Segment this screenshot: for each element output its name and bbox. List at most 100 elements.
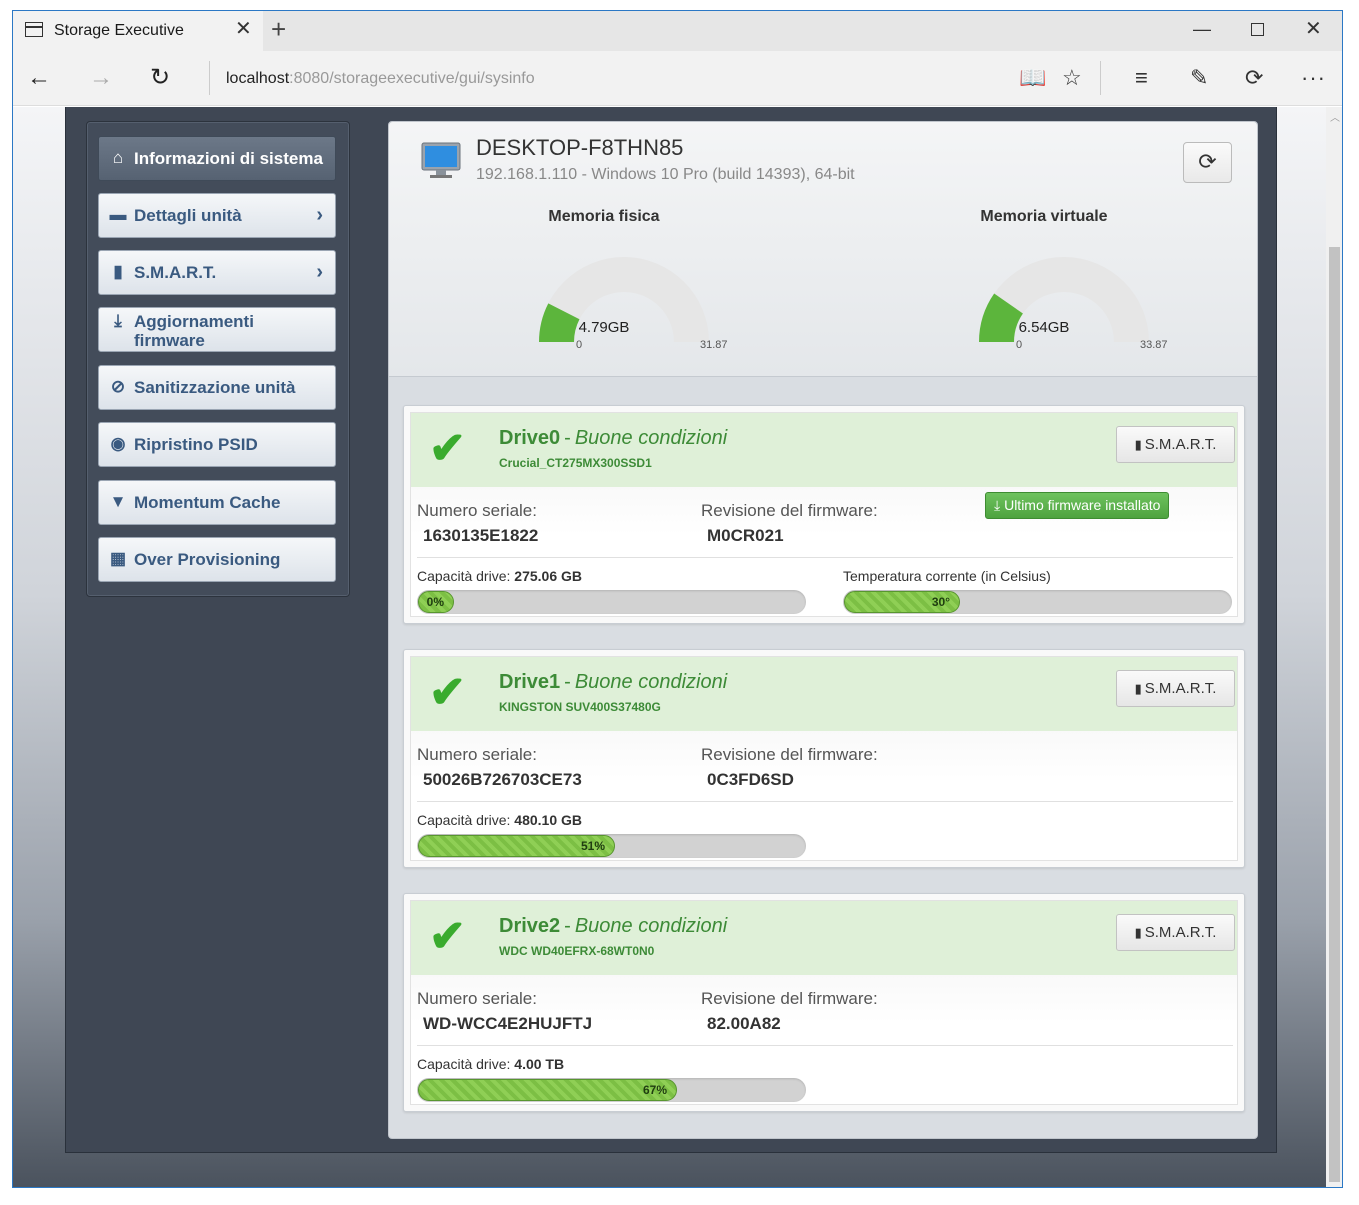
url-field[interactable]: localhost:8080/storageexecutive/gui/sysi… bbox=[226, 70, 535, 88]
tab-bar: Storage Executive ✕ + — ✕ bbox=[13, 11, 1342, 51]
firmware-latest-label: Ultimo firmware installato bbox=[1004, 497, 1161, 513]
drive-icon: ▬ bbox=[109, 205, 127, 224]
firmware-label: Revisione del firmware: bbox=[701, 745, 878, 764]
capacity-label-text: Capacità drive: bbox=[417, 812, 511, 828]
sidebar-item-psid-revert[interactable]: ◉ Ripristino PSID bbox=[98, 422, 336, 467]
check-icon: ✔ bbox=[429, 424, 466, 473]
refresh-button[interactable]: ⟳ bbox=[1183, 142, 1232, 183]
back-icon[interactable]: ← bbox=[27, 65, 51, 91]
sidebar-item-label: Sanitizzazione unità bbox=[134, 378, 296, 397]
sidebar-item-firmware-updates[interactable]: ⤓ Aggiornamenti firmware bbox=[98, 307, 336, 352]
url-path: :8080/storageexecutive/gui/sysinfo bbox=[289, 70, 535, 87]
sidebar-item-label: S.M.A.R.T. bbox=[134, 263, 217, 282]
drive-title: Drive1- Buone condizioni bbox=[499, 671, 727, 694]
drive-header: ✔ Drive2- Buone condizioni WDC WD40EFRX-6… bbox=[411, 901, 1237, 975]
smart-button[interactable]: ▮ S.M.A.R.T. bbox=[1116, 426, 1235, 463]
capacity-progress-fill: 51% bbox=[418, 835, 615, 857]
capacity-value: 480.10 GB bbox=[514, 812, 582, 828]
status-separator: - bbox=[564, 915, 571, 937]
favorite-star-icon[interactable]: ☆ bbox=[1062, 65, 1082, 91]
smart-button-label: S.M.A.R.T. bbox=[1144, 924, 1217, 941]
sidebar-item-label: Over Provisioning bbox=[134, 550, 281, 569]
url-host: localhost bbox=[226, 70, 290, 87]
gauge-virtual-memory: Memoria virtuale 6.54GB 0 33.87 bbox=[924, 208, 1168, 358]
status-separator: - bbox=[564, 427, 571, 449]
sidebar-item-momentum-cache[interactable]: ▼ Momentum Cache bbox=[98, 480, 336, 525]
capacity-label: Capacità drive: 480.10 GB bbox=[417, 812, 582, 828]
sidebar-item-over-provisioning[interactable]: ▦ Over Provisioning bbox=[98, 537, 336, 582]
ban-icon: ⊘ bbox=[110, 377, 126, 396]
capacity-progress-bar: 67% bbox=[417, 1078, 806, 1102]
sidebar-item-label: Momentum Cache bbox=[134, 493, 281, 512]
drive-name: Drive2 bbox=[499, 915, 561, 937]
capacity-label: Capacità drive: 275.06 GB bbox=[417, 568, 582, 584]
capacity-label-text: Capacità drive: bbox=[417, 568, 511, 584]
capacity-progress-fill: 67% bbox=[418, 1079, 677, 1101]
smart-button[interactable]: ▮ S.M.A.R.T. bbox=[1116, 914, 1235, 951]
drive-card-0: ✔ Drive0- Buone condizioni Crucial_CT275M… bbox=[403, 405, 1245, 624]
capacity-progress-bar: 0% bbox=[417, 590, 806, 614]
page-scrollbar[interactable]: ︿ bbox=[1326, 107, 1342, 1187]
chevron-right-icon: › bbox=[316, 204, 323, 226]
drive-title: Drive0- Buone condizioni bbox=[499, 427, 727, 450]
scroll-up-icon[interactable]: ︿ bbox=[1330, 109, 1340, 124]
capacity-progress-bar: 51% bbox=[417, 834, 806, 858]
capacity-progress-fill: 0% bbox=[418, 591, 454, 613]
browser-tab[interactable]: Storage Executive ✕ bbox=[13, 11, 263, 51]
sidebar-item-system-info[interactable]: ⌂ Informazioni di sistema bbox=[98, 136, 336, 181]
hub-icon[interactable]: ≡ bbox=[1135, 65, 1148, 91]
toolbar-separator bbox=[1100, 61, 1101, 95]
new-tab-icon[interactable]: + bbox=[271, 16, 286, 42]
sidebar: ⌂ Informazioni di sistema ▬ Dettagli uni… bbox=[86, 121, 350, 597]
window-close-icon[interactable]: ✕ bbox=[1305, 19, 1322, 39]
capacity-label: Capacità drive: 4.00 TB bbox=[417, 1056, 564, 1072]
maximize-icon[interactable] bbox=[1251, 23, 1264, 36]
sidebar-item-label: Informazioni di sistema bbox=[134, 149, 323, 168]
serial-value: 1630135E1822 bbox=[423, 526, 539, 545]
share-icon[interactable]: ⟳ bbox=[1245, 65, 1263, 91]
gauge-physical-memory: Memoria fisica 4.79GB 0 31.87 bbox=[484, 208, 728, 358]
browser-window: Storage Executive ✕ + — ✕ ← → ↻ localhos… bbox=[12, 10, 1343, 1188]
firmware-latest-button[interactable]: ⤓ Ultimo firmware installato bbox=[985, 492, 1170, 519]
refresh-icon: ⟳ bbox=[1198, 149, 1217, 174]
status-separator: - bbox=[564, 671, 571, 693]
sidebar-item-smart[interactable]: ▮ S.M.A.R.T. › bbox=[98, 250, 336, 295]
gauge-value: 4.79GB bbox=[578, 319, 630, 336]
drive-card-body: ✔ Drive2- Buone condizioni WDC WD40EFRX-6… bbox=[410, 900, 1238, 1105]
drive-name: Drive0 bbox=[499, 427, 561, 449]
smart-button-label: S.M.A.R.T. bbox=[1144, 436, 1217, 453]
computer-icon bbox=[421, 142, 461, 178]
temperature-progress-fill: 30° bbox=[844, 591, 960, 613]
gauge-max: 31.87 bbox=[700, 339, 728, 351]
address-separator bbox=[209, 61, 210, 95]
firmware-label: Revisione del firmware: bbox=[701, 989, 878, 1008]
tab-close-icon[interactable]: ✕ bbox=[235, 19, 252, 39]
bar-chart-icon: ▮ bbox=[1134, 681, 1142, 696]
bar-chart-icon: ▮ bbox=[1134, 925, 1142, 940]
gauge-title: Memoria fisica bbox=[548, 208, 660, 225]
host-info: 192.168.1.110 - Windows 10 Pro (build 14… bbox=[476, 166, 855, 183]
web-note-icon[interactable]: ✎ bbox=[1190, 65, 1208, 91]
forward-icon[interactable]: → bbox=[89, 65, 113, 91]
drive-card-body: ✔ Drive1- Buone condizioni KINGSTON SUV40… bbox=[410, 656, 1238, 861]
home-icon: ⌂ bbox=[112, 148, 124, 167]
smart-button[interactable]: ▮ S.M.A.R.T. bbox=[1116, 670, 1235, 707]
sidebar-item-sanitize[interactable]: ⊘ Sanitizzazione unità bbox=[98, 365, 336, 410]
minimize-icon[interactable]: — bbox=[1193, 19, 1211, 39]
firmware-label: Revisione del firmware: bbox=[701, 501, 878, 520]
sidebar-item-label: Dettagli unità bbox=[134, 206, 242, 225]
system-header: DESKTOP-F8THN85 192.168.1.110 - Windows … bbox=[389, 122, 1257, 377]
drive-status: Buone condizioni bbox=[574, 427, 728, 449]
gauge-title: Memoria virtuale bbox=[980, 208, 1108, 225]
page-viewport: ⌂ Informazioni di sistema ▬ Dettagli uni… bbox=[13, 107, 1326, 1187]
reading-view-icon[interactable]: 📖 bbox=[1019, 65, 1046, 91]
drive-model: KINGSTON SUV400S37480G bbox=[499, 700, 661, 714]
capacity-value: 275.06 GB bbox=[514, 568, 582, 584]
sidebar-item-drive-details[interactable]: ▬ Dettagli unità › bbox=[98, 193, 336, 238]
app-container: ⌂ Informazioni di sistema ▬ Dettagli uni… bbox=[65, 107, 1277, 1153]
capacity-label-text: Capacità drive: bbox=[417, 1056, 511, 1072]
more-icon[interactable]: ··· bbox=[1301, 65, 1326, 91]
refresh-icon[interactable]: ↻ bbox=[150, 65, 170, 91]
temperature-label: Temperatura corrente (in Celsius) bbox=[843, 568, 1051, 584]
scroll-thumb[interactable] bbox=[1329, 247, 1340, 1182]
